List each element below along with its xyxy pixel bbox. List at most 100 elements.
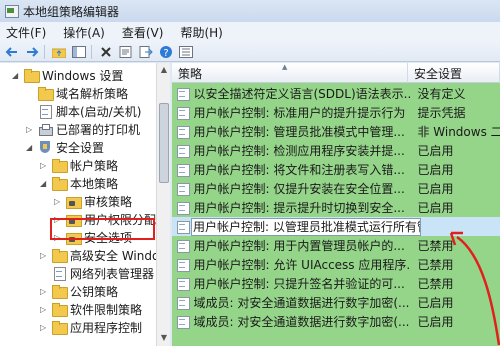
delete-icon[interactable] — [98, 44, 114, 60]
folder-up-icon[interactable] — [51, 44, 67, 60]
tree-item-app-control[interactable]: ▷ 应用程序控制 — [40, 318, 142, 336]
menu-action[interactable]: 操作(A) — [63, 24, 105, 41]
policy-name: 用户帐户控制: 用于内置管理员帐户的... — [193, 239, 405, 253]
policy-name: 用户帐户控制: 检测应用程序安装并提... — [193, 144, 405, 158]
tree-scrollbar[interactable]: ▲ ▼ — [156, 63, 170, 346]
sort-arrow-icon: ▲ — [282, 63, 288, 71]
policy-icon — [177, 87, 191, 101]
folder-icon — [24, 69, 40, 83]
list-row[interactable]: 用户帐户控制: 将文件和注册表写入错... 已启用 — [172, 160, 500, 179]
policy-icon — [177, 258, 191, 272]
view-icon[interactable] — [178, 44, 194, 60]
list-header: 策略 ▲ 安全设置 — [172, 63, 500, 83]
show-hide-tree-icon[interactable] — [71, 44, 87, 60]
policy-name: 以安全描述符定义语言(SDDL)语法表示... — [193, 87, 412, 101]
doc-icon — [52, 267, 66, 281]
window-title: 本地组策略编辑器 — [23, 4, 120, 19]
tree-item-scripts[interactable]: 脚本(启动/关机) — [26, 102, 141, 120]
list-row[interactable]: 用户帐户控制: 检测应用程序安装并提... 已启用 — [172, 141, 500, 160]
export-icon[interactable] — [138, 44, 154, 60]
folder-icon — [52, 321, 68, 335]
help-icon[interactable]: ? — [158, 44, 174, 60]
forward-icon[interactable] — [24, 44, 40, 60]
policy-icon — [177, 163, 191, 177]
policy-name: 用户帐户控制: 提示提升时切换到安全... — [193, 201, 405, 215]
tree-item-audit-policy[interactable]: ▷ 审核策略 — [54, 192, 132, 210]
tree-item-software-restriction[interactable]: ▷ 软件限制策略 — [40, 300, 142, 318]
tree-item-label: 公钥策略 — [70, 284, 119, 299]
shield-icon — [38, 141, 52, 153]
column-header-policy[interactable]: 策略 ▲ — [172, 63, 408, 83]
policy-name: 域成员: 对安全通道数据进行数字加密(... — [193, 315, 410, 329]
tree-item-network-list-manager[interactable]: 网络列表管理器 — [40, 264, 154, 282]
properties-icon[interactable] — [118, 44, 134, 60]
tree-item-security-settings[interactable]: ◢ 安全设置 — [26, 138, 104, 156]
annotation-arrow-icon — [449, 231, 500, 346]
policy-setting: 已启用 — [417, 201, 454, 215]
collapse-icon[interactable]: ◢ — [40, 179, 49, 188]
group-policy-app-icon — [4, 4, 19, 18]
policy-icon — [177, 125, 191, 139]
folder-icon — [52, 303, 68, 317]
printer-icon — [38, 123, 53, 136]
scroll-down-icon[interactable]: ▼ — [159, 333, 169, 343]
column-header-setting[interactable]: 安全设置 — [408, 63, 500, 83]
svg-text:?: ? — [163, 48, 168, 59]
list-row[interactable]: 用户帐户控制: 标准用户的提升提示行为 提示凭据 — [172, 103, 500, 122]
tree-item-dns-policy[interactable]: 域名解析策略 — [26, 84, 128, 102]
collapse-icon[interactable]: ◢ — [12, 71, 21, 80]
menu-help[interactable]: 帮助(H) — [180, 24, 222, 41]
tree-item-label: 审核策略 — [84, 194, 133, 209]
toolbar-separator — [44, 44, 46, 59]
menu-view[interactable]: 查看(V) — [122, 24, 164, 41]
list-row[interactable]: 用户帐户控制: 提示提升时切换到安全... 已启用 — [172, 198, 500, 217]
scrollbar-thumb[interactable] — [159, 103, 169, 183]
policy-setting: 非 Windows 二... — [417, 125, 500, 139]
tree-item-label: Windows 设置 — [42, 68, 124, 83]
tree-item-label: 已部署的打印机 — [56, 122, 141, 137]
tree-item-label: 软件限制策略 — [70, 302, 143, 317]
tree-item-label: 脚本(启动/关机) — [56, 104, 142, 119]
tree-item-windows-settings[interactable]: ◢ Windows 设置 — [12, 66, 123, 84]
list-row[interactable]: 用户帐户控制: 管理员批准模式中管理... 非 Windows 二... — [172, 122, 500, 141]
tree-item-label: 帐户策略 — [70, 158, 119, 173]
policy-name: 用户帐户控制: 允许 UIAccess 应用程序... — [193, 258, 412, 272]
menu-file[interactable]: 文件(F) — [6, 24, 46, 41]
policy-name: 域成员: 对安全通道数据进行数字加密(... — [193, 296, 410, 310]
collapse-icon[interactable]: ◢ — [26, 143, 35, 152]
policy-icon — [177, 315, 191, 329]
back-icon[interactable] — [4, 44, 20, 60]
tree-pane: ◢ Windows 设置 域名解析策略 脚本(启动/关机) ▷ 已部署的打印机 … — [0, 63, 170, 346]
policy-name: 用户帐户控制: 标准用户的提升提示行为 — [193, 106, 406, 120]
script-icon — [38, 105, 52, 119]
expand-icon[interactable]: ▷ — [54, 197, 63, 206]
expand-icon[interactable]: ▷ — [40, 305, 49, 314]
policy-icon — [177, 239, 191, 253]
expand-icon[interactable]: ▷ — [40, 251, 49, 260]
tree-item-advanced-firewall[interactable]: ▷ 高级安全 Windo — [40, 246, 159, 264]
policy-name: 用户帐户控制: 只提升签名并验证的可... — [193, 277, 405, 291]
tree-item-account-policies[interactable]: ▷ 帐户策略 — [40, 156, 118, 174]
folder-icon — [52, 285, 68, 299]
tree-item-public-key-policies[interactable]: ▷ 公钥策略 — [40, 282, 118, 300]
expand-icon[interactable]: ▷ — [40, 323, 49, 332]
expand-icon[interactable]: ▷ — [40, 287, 49, 296]
policy-name: 用户帐户控制: 管理员批准模式中管理... — [193, 125, 405, 139]
expand-icon[interactable]: ▷ — [40, 161, 49, 170]
tree-item-local-policies[interactable]: ◢ 本地策略 — [40, 174, 118, 192]
scroll-up-icon[interactable]: ▲ — [159, 65, 169, 75]
column-header-label: 安全设置 — [414, 66, 463, 81]
tree-item-deployed-printers[interactable]: ▷ 已部署的打印机 — [26, 120, 140, 138]
policy-name: 用户帐户控制: 将文件和注册表写入错... — [193, 163, 405, 177]
title-bar: 本地组策略编辑器 — [0, 0, 500, 22]
policy-icon — [177, 144, 191, 158]
list-row[interactable]: 用户帐户控制: 仅提升安装在安全位置... 已启用 — [172, 179, 500, 198]
folder-icon — [38, 87, 54, 101]
list-row[interactable]: 以安全描述符定义语言(SDDL)语法表示... 没有定义 — [172, 84, 500, 103]
folder-icon — [52, 177, 68, 191]
policy-icon — [177, 277, 191, 291]
menu-bar: 文件(F) 操作(A) 查看(V) 帮助(H) — [0, 22, 500, 42]
expand-icon[interactable]: ▷ — [26, 125, 35, 134]
policy-icon — [177, 296, 191, 310]
policy-icon — [177, 201, 191, 215]
